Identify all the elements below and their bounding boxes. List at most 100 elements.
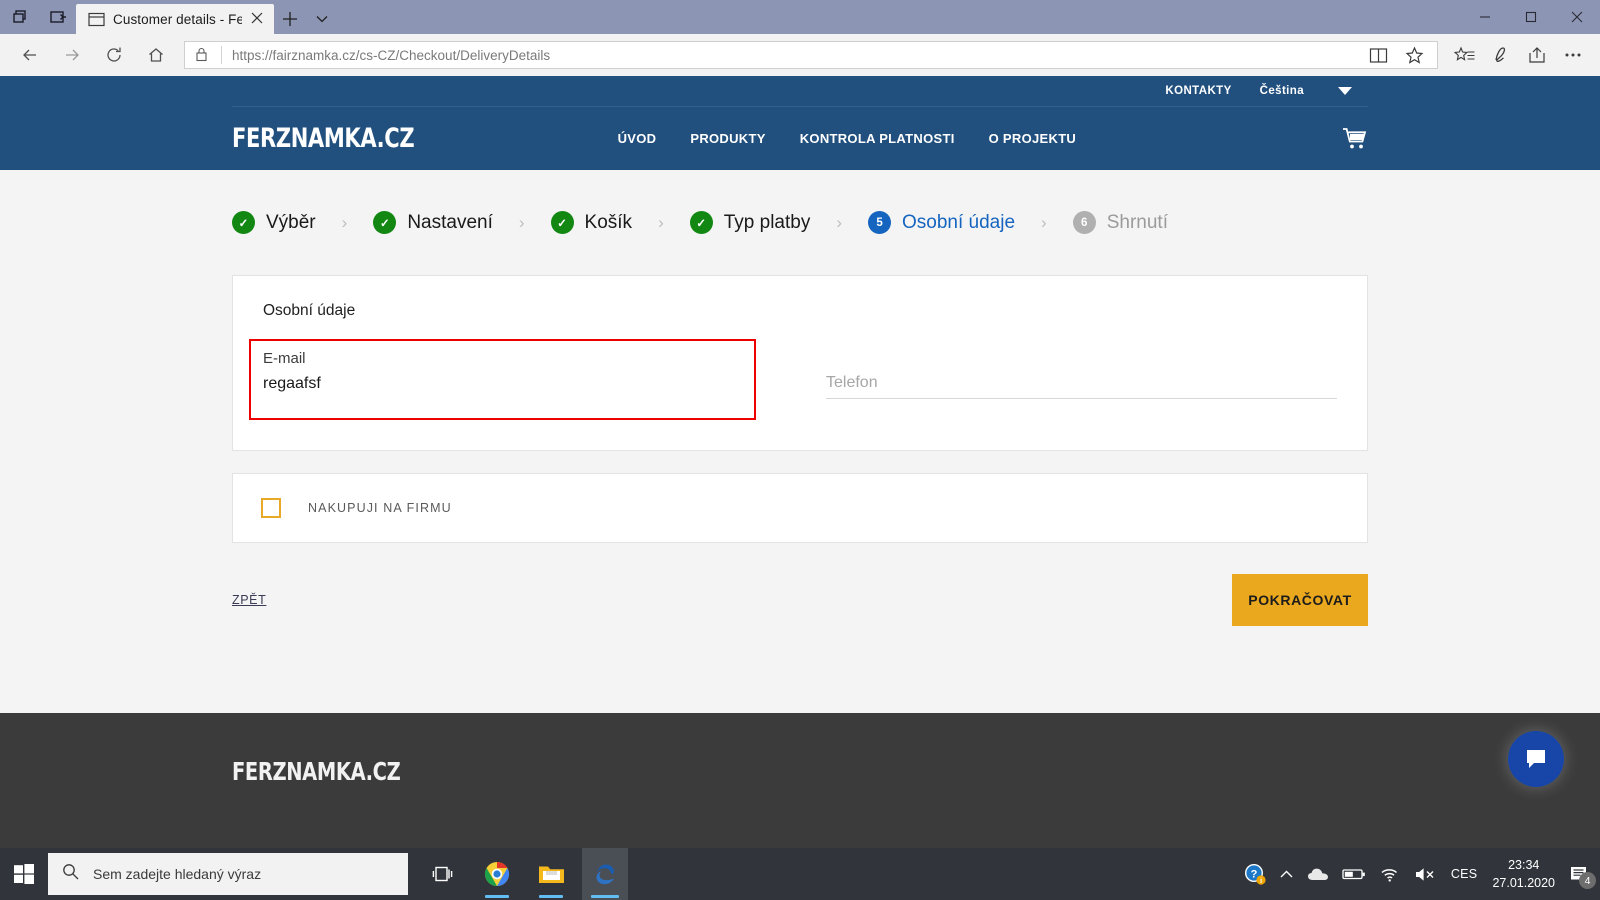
step-vyber[interactable]: ✓ Výběr — [232, 211, 316, 234]
system-tray: ?i CES 23:34 27.01.2020 — [1244, 856, 1600, 892]
favorite-star-icon[interactable] — [1397, 40, 1431, 70]
reading-view-icon[interactable] — [1361, 40, 1395, 70]
page-content: ✓ Výběr › ✓ Nastavení › ✓ Košík › ✓ Typ … — [0, 170, 1600, 626]
nav-item-o-projektu[interactable]: O PROJEKTU — [989, 131, 1077, 146]
window-controls — [1462, 0, 1600, 34]
step-separator: › — [342, 213, 348, 233]
favorites-list-icon[interactable] — [1448, 40, 1482, 70]
step-label: Výběr — [266, 212, 316, 234]
phone-underline — [826, 398, 1337, 399]
screen: Customer details - Ferzı — [0, 0, 1600, 900]
tab-title: Customer details - Ferzı — [113, 12, 242, 27]
chevron-down-icon[interactable] — [306, 4, 338, 34]
site-logo[interactable]: FERZNAMKA.CZ — [232, 123, 414, 154]
step-typ-platby[interactable]: ✓ Typ platby — [690, 211, 811, 234]
step-shrnuti[interactable]: 6 Shrnutí — [1073, 211, 1168, 234]
footer-logo: FERZNAMKA.CZ — [232, 757, 400, 786]
step-kosik[interactable]: ✓ Košík — [551, 211, 633, 234]
share-icon[interactable] — [1520, 40, 1554, 70]
volume-muted-icon[interactable] — [1414, 866, 1438, 883]
task-view-icon[interactable] — [420, 848, 466, 900]
step-label: Košík — [585, 212, 633, 234]
set-tabs-aside-icon[interactable] — [48, 7, 68, 27]
step-badge-done: ✓ — [232, 211, 255, 234]
edge-icon[interactable] — [582, 848, 628, 900]
browser-tab[interactable]: Customer details - Ferzı — [76, 4, 274, 34]
close-icon[interactable] — [1554, 0, 1600, 34]
help-question-icon[interactable]: ?i — [1244, 863, 1266, 885]
nav-item-produkty[interactable]: PRODUKTY — [690, 131, 765, 146]
home-icon[interactable] — [136, 38, 176, 72]
step-separator: › — [1041, 213, 1047, 233]
site-topbar: KONTAKTY Čeština — [0, 76, 1600, 106]
chat-bubble-icon[interactable] — [1508, 731, 1564, 787]
continue-button[interactable]: POKRAČOVAT — [1232, 574, 1368, 626]
step-badge-todo: 6 — [1073, 211, 1096, 234]
notifications-badge: 4 — [1579, 872, 1596, 889]
address-bar[interactable]: https://fairznamka.cz/cs-CZ/Checkout/Del… — [184, 41, 1438, 69]
email-field-group: E-mail regaafsf — [263, 350, 774, 399]
tray-clock[interactable]: 23:34 27.01.2020 — [1492, 856, 1555, 892]
step-label: Nastavení — [407, 212, 493, 234]
web-page: KONTAKTY Čeština FERZNAMKA.CZ ÚVOD PRODU… — [0, 76, 1600, 848]
step-separator: › — [519, 213, 525, 233]
back-link[interactable]: ZPĚT — [232, 593, 266, 607]
taskbar-app-icons — [420, 848, 628, 900]
phone-input[interactable]: Telefon — [826, 350, 1337, 398]
svg-text:?: ? — [1250, 869, 1257, 881]
back-icon[interactable] — [10, 38, 50, 72]
step-badge-done: ✓ — [551, 211, 574, 234]
battery-icon[interactable] — [1342, 867, 1366, 881]
nav-item-kontrola-platnosti[interactable]: KONTROLA PLATNOSTI — [800, 131, 955, 146]
chrome-icon[interactable] — [474, 848, 520, 900]
shopping-cart-icon[interactable] — [1342, 127, 1368, 151]
company-purchase-card: NAKUPUJI NA FIRMU — [232, 473, 1368, 543]
step-osobni-udaje[interactable]: 5 Osobní údaje — [868, 211, 1015, 234]
cloud-icon[interactable] — [1307, 867, 1329, 882]
step-separator: › — [658, 213, 664, 233]
maximize-icon[interactable] — [1508, 0, 1554, 34]
email-label: E-mail — [263, 350, 774, 367]
notes-pen-icon[interactable] — [1484, 40, 1518, 70]
personal-details-card: Osobní údaje E-mail regaafsf Telefon — [232, 275, 1368, 451]
page-icon — [88, 12, 105, 27]
nav-item-uvod[interactable]: ÚVOD — [618, 131, 657, 146]
browser-titlebar: Customer details - Ferzı — [0, 0, 1600, 34]
chevron-up-icon[interactable] — [1279, 868, 1294, 881]
notifications-icon[interactable]: 4 — [1568, 864, 1590, 884]
company-checkbox[interactable] — [261, 498, 281, 518]
url-text: https://fairznamka.cz/cs-CZ/Checkout/Del… — [232, 48, 1361, 63]
lock-icon — [195, 47, 211, 63]
more-settings-icon[interactable] — [1556, 40, 1590, 70]
restore-windows-icon[interactable] — [10, 7, 30, 27]
language-label: Čeština — [1260, 85, 1304, 97]
close-icon[interactable] — [250, 11, 266, 27]
nav-links: ÚVOD PRODUKTY KONTROLA PLATNOSTI O PROJE… — [618, 131, 1077, 146]
minimize-icon[interactable] — [1462, 0, 1508, 34]
edge-system-icons — [0, 0, 76, 34]
url-right-icons — [1361, 40, 1431, 70]
caret-down-icon — [1338, 87, 1352, 95]
tray-language[interactable]: CES — [1451, 867, 1478, 881]
checkout-stepper: ✓ Výběr › ✓ Nastavení › ✓ Košík › ✓ Typ … — [232, 170, 1368, 275]
step-label: Osobní údaje — [902, 212, 1015, 234]
company-checkbox-label[interactable]: NAKUPUJI NA FIRMU — [308, 501, 452, 515]
topbar-contacts-link[interactable]: KONTAKTY — [1165, 85, 1231, 97]
step-label: Shrnutí — [1107, 212, 1168, 234]
forward-icon[interactable] — [52, 38, 92, 72]
email-input[interactable]: regaafsf — [263, 375, 774, 399]
refresh-icon[interactable] — [94, 38, 134, 72]
card-title: Osobní údaje — [263, 302, 1337, 320]
wifi-icon[interactable] — [1379, 866, 1401, 883]
file-explorer-icon[interactable] — [528, 848, 574, 900]
step-badge-done: ✓ — [373, 211, 396, 234]
url-divider — [221, 46, 222, 64]
windows-start-icon[interactable] — [0, 848, 48, 900]
taskbar-search-box[interactable]: Sem zadejte hledaný výraz — [48, 853, 408, 895]
browser-toolbar: https://fairznamka.cz/cs-CZ/Checkout/Del… — [0, 34, 1600, 76]
language-selector[interactable]: Čeština — [1260, 85, 1352, 97]
main-navigation: FERZNAMKA.CZ ÚVOD PRODUKTY KONTROLA PLAT… — [0, 107, 1600, 170]
new-tab-button[interactable] — [274, 4, 306, 34]
step-nastaveni[interactable]: ✓ Nastavení — [373, 211, 493, 234]
fields-row: E-mail regaafsf Telefon — [263, 350, 1337, 399]
